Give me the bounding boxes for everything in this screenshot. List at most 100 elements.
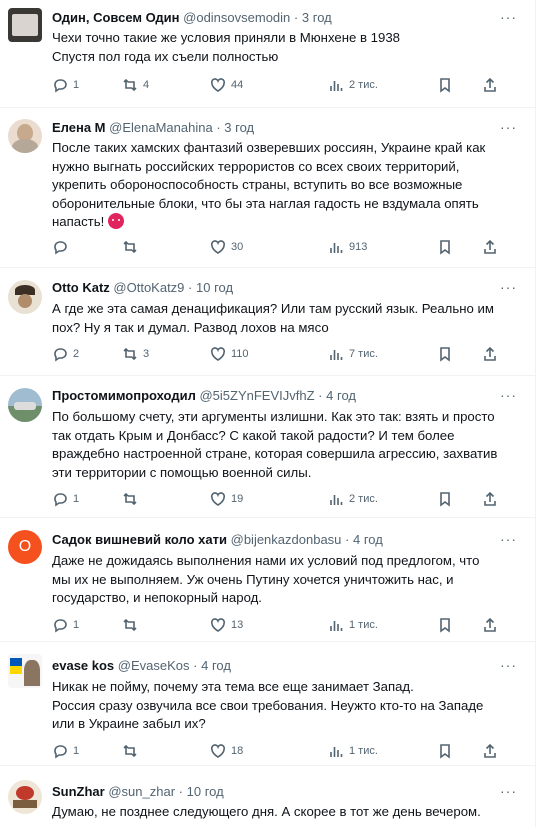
reply-button[interactable]: 1 xyxy=(52,77,79,93)
pouting-face-icon xyxy=(107,213,124,229)
more-options-icon[interactable]: ··· xyxy=(500,10,517,24)
more-options-icon[interactable]: ··· xyxy=(500,280,517,294)
share-button[interactable] xyxy=(482,617,498,633)
tweet-header: Otto Katz @OttoKatz9 · 10 год xyxy=(52,280,505,296)
author-name[interactable]: Елена М xyxy=(52,120,106,135)
views-button[interactable]: 1 тис. xyxy=(328,617,378,633)
like-button[interactable]: 19 xyxy=(210,491,243,507)
more-options-icon[interactable]: ··· xyxy=(500,532,517,546)
author-name[interactable]: SunZhar xyxy=(52,784,105,799)
like-button[interactable]: 18 xyxy=(210,743,243,759)
like-count: 18 xyxy=(231,745,244,757)
tweet[interactable]: Простомимопроходил @5i5ZYnFEVIJvfhZ · 4 … xyxy=(0,376,535,518)
avatar[interactable] xyxy=(8,654,42,688)
repost-button[interactable]: 4 xyxy=(122,77,149,93)
bookmark-button[interactable] xyxy=(437,239,453,255)
timestamp[interactable]: 3 год xyxy=(302,10,332,25)
repost-button[interactable]: 3 xyxy=(122,346,149,362)
repost-button[interactable] xyxy=(122,743,143,759)
share-button[interactable] xyxy=(482,77,498,93)
bookmark-button[interactable] xyxy=(437,77,453,93)
bookmark-button[interactable] xyxy=(437,617,453,633)
share-button[interactable] xyxy=(482,743,498,759)
timestamp[interactable]: 4 год xyxy=(353,532,383,547)
separator: · xyxy=(318,388,323,403)
author-handle[interactable]: @OttoKatz9 xyxy=(113,280,184,295)
author-name[interactable]: evase kos xyxy=(52,658,114,673)
repost-count: 3 xyxy=(143,348,150,360)
tweet-header: Елена М @ElenaManahina · 3 год xyxy=(52,120,505,136)
tweet[interactable]: SunZhar @sun_zhar · 10 год ··· Думаю, не… xyxy=(0,766,535,827)
share-button[interactable] xyxy=(482,491,498,507)
tweet[interactable]: evase kos @EvaseKos · 4 год ··· Никак не… xyxy=(0,642,535,766)
more-options-icon[interactable]: ··· xyxy=(500,658,517,672)
views-count: 1 тис. xyxy=(349,619,378,631)
heart-icon xyxy=(210,618,226,632)
views-button[interactable]: 2 тис. xyxy=(328,491,378,507)
like-button[interactable]: 110 xyxy=(210,346,249,362)
bookmark-button[interactable] xyxy=(437,491,453,507)
repost-button[interactable] xyxy=(122,239,143,255)
share-button[interactable] xyxy=(482,346,498,362)
tweet[interactable]: О Садок вишневий коло хати @bijenkazdonb… xyxy=(0,518,535,642)
tweet-header: evase kos @EvaseKos · 4 год xyxy=(52,658,505,674)
bookmark-button[interactable] xyxy=(437,346,453,362)
tweet-text-line: оборонительные блоки, что бы эта наглая … xyxy=(52,195,479,211)
author-handle[interactable]: @ElenaManahina xyxy=(109,120,213,135)
more-options-icon[interactable]: ··· xyxy=(500,784,517,798)
tweet-text-line: Чехи точно такие же условия приняли в Мю… xyxy=(52,30,401,45)
tweet-text-line: так отдать Крым и Донбасс? С какой такой… xyxy=(52,427,455,443)
avatar[interactable] xyxy=(8,780,42,814)
reply-icon xyxy=(54,493,67,507)
share-button[interactable] xyxy=(482,239,498,255)
views-button[interactable]: 2 тис. xyxy=(328,77,378,93)
like-button[interactable]: 44 xyxy=(210,77,243,93)
repost-button[interactable] xyxy=(122,617,143,633)
views-button[interactable]: 913 xyxy=(328,239,367,255)
timestamp[interactable]: 4 год xyxy=(201,658,231,673)
author-handle[interactable]: @EvaseKos xyxy=(118,658,190,673)
views-button[interactable]: 1 тис. xyxy=(328,743,378,759)
avatar[interactable] xyxy=(8,280,42,314)
avatar[interactable] xyxy=(8,119,42,153)
like-count: 44 xyxy=(231,79,244,91)
author-name[interactable]: Садок вишневий коло хати xyxy=(52,532,227,547)
tweet-text-line: Думаю, не позднее следующего дня. А скор… xyxy=(52,804,481,819)
more-options-icon[interactable]: ··· xyxy=(500,120,517,134)
like-button[interactable]: 30 xyxy=(210,239,243,255)
tweet[interactable]: Один, Совсем Один @odinsovsemodin · 3 го… xyxy=(0,0,535,108)
timestamp[interactable]: 10 год xyxy=(196,280,233,295)
reply-button[interactable]: 1 xyxy=(52,743,79,759)
tweet[interactable]: Otto Katz @OttoKatz9 · 10 год ··· А где … xyxy=(0,268,535,376)
tweet[interactable]: Елена М @ElenaManahina · 3 год ··· После… xyxy=(0,108,535,268)
repost-icon xyxy=(123,240,137,254)
author-handle[interactable]: @sun_zhar xyxy=(108,784,175,799)
heart-icon xyxy=(210,78,226,92)
timestamp[interactable]: 4 год xyxy=(326,388,356,403)
views-icon xyxy=(330,350,343,360)
timestamp[interactable]: 3 год xyxy=(224,120,254,135)
timestamp[interactable]: 10 год xyxy=(187,784,224,799)
repost-count: 4 xyxy=(143,79,150,91)
more-options-icon[interactable]: ··· xyxy=(500,388,517,402)
reply-button[interactable]: 1 xyxy=(52,617,79,633)
reply-button[interactable] xyxy=(52,239,73,255)
tweet-actions: 1 18 1 тис. xyxy=(52,743,525,761)
author-name[interactable]: Otto Katz xyxy=(52,280,110,295)
avatar[interactable]: О xyxy=(8,530,42,564)
author-handle[interactable]: @odinsovsemodin xyxy=(183,10,290,25)
separator: · xyxy=(293,10,299,25)
heart-icon xyxy=(210,240,226,254)
avatar[interactable] xyxy=(8,8,42,42)
bookmark-button[interactable] xyxy=(437,743,453,759)
reply-button[interactable]: 1 xyxy=(52,491,79,507)
author-name[interactable]: Один, Совсем Один xyxy=(52,10,180,25)
author-handle[interactable]: @5i5ZYnFEVIJvfhZ xyxy=(199,388,314,403)
reply-button[interactable]: 2 xyxy=(52,346,79,362)
repost-button[interactable] xyxy=(122,491,143,507)
like-button[interactable]: 13 xyxy=(210,617,243,633)
author-name[interactable]: Простомимопроходил xyxy=(52,388,196,403)
views-button[interactable]: 7 тис. xyxy=(328,346,378,362)
author-handle[interactable]: @bijenkazdonbasu xyxy=(231,532,342,547)
avatar[interactable] xyxy=(8,388,42,422)
